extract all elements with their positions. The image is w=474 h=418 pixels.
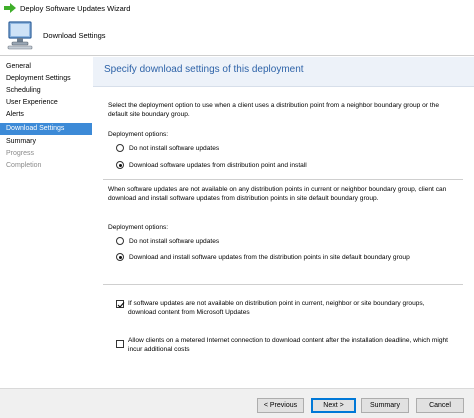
- checkmark-icon: [117, 302, 125, 308]
- content-panel: Specify download settings of this deploy…: [93, 57, 474, 388]
- nav-item-deployment-settings[interactable]: Deployment Settings: [0, 73, 92, 85]
- nav-item-general[interactable]: General: [0, 61, 92, 73]
- radio-download-from-default-group[interactable]: Download and install software updates fr…: [116, 253, 410, 261]
- radio-download-and-install-1[interactable]: Download software updates from distribut…: [116, 161, 307, 169]
- radio-label: Do not install software updates: [129, 237, 220, 245]
- window-title: Deploy Software Updates Wizard: [20, 3, 131, 13]
- checkbox-metered-connection[interactable]: [116, 340, 124, 348]
- checkbox-microsoft-updates[interactable]: [116, 300, 125, 308]
- page-title: Specify download settings of this deploy…: [104, 64, 304, 75]
- divider: [103, 284, 463, 285]
- deployment-options-label-2: Deployment options:: [108, 224, 169, 231]
- banner-title: Download Settings: [43, 31, 106, 40]
- nav-item-completion: Completion: [6, 162, 42, 169]
- title-bar: Deploy Software Updates Wizard: [0, 0, 474, 16]
- checkbox-label-microsoft-updates: If software updates are not available on…: [128, 300, 425, 316]
- computer-icon: [7, 21, 33, 50]
- checkbox-label-metered-connection: Allow clients on a metered Internet conn…: [128, 337, 448, 353]
- next-button[interactable]: Next >: [311, 398, 356, 413]
- summary-button[interactable]: Summary: [361, 398, 409, 413]
- radio-do-not-install-2[interactable]: Do not install software updates: [116, 237, 219, 245]
- nav-item-download-settings[interactable]: Download Settings: [0, 123, 92, 135]
- intro-text: Select the deployment option to use when…: [108, 102, 439, 118]
- nav-item-progress: Progress: [6, 150, 35, 157]
- radio-button-selected[interactable]: [116, 253, 124, 261]
- cancel-button[interactable]: Cancel: [416, 398, 464, 413]
- content-header: Specify download settings of this deploy…: [93, 57, 474, 87]
- radio-label: Do not install software updates: [129, 144, 220, 152]
- radio-button-selected[interactable]: [116, 161, 124, 169]
- wizard-navigation: General Deployment Settings Scheduling U…: [0, 57, 92, 418]
- radio-do-not-install-1[interactable]: Do not install software updates: [116, 144, 219, 152]
- previous-button[interactable]: < Previous: [257, 398, 304, 413]
- radio-label: Download and install software updates fr…: [129, 253, 410, 261]
- radio-button[interactable]: [116, 237, 124, 245]
- nav-item-user-experience[interactable]: User Experience: [0, 97, 92, 109]
- nav-item-scheduling[interactable]: Scheduling: [0, 85, 92, 97]
- radio-button[interactable]: [116, 144, 124, 152]
- divider: [103, 179, 463, 180]
- radio-label: Download software updates from distribut…: [129, 161, 307, 169]
- deployment-options-label-1: Deployment options:: [108, 131, 169, 138]
- nav-item-summary[interactable]: Summary: [0, 136, 92, 148]
- wizard-banner: Download Settings: [0, 16, 474, 56]
- fallback-description: When software updates are not available …: [108, 186, 447, 202]
- arrow-right-icon: [4, 3, 16, 13]
- button-bar: < Previous Next > Summary Cancel: [0, 388, 474, 418]
- nav-item-alerts[interactable]: Alerts: [0, 109, 92, 121]
